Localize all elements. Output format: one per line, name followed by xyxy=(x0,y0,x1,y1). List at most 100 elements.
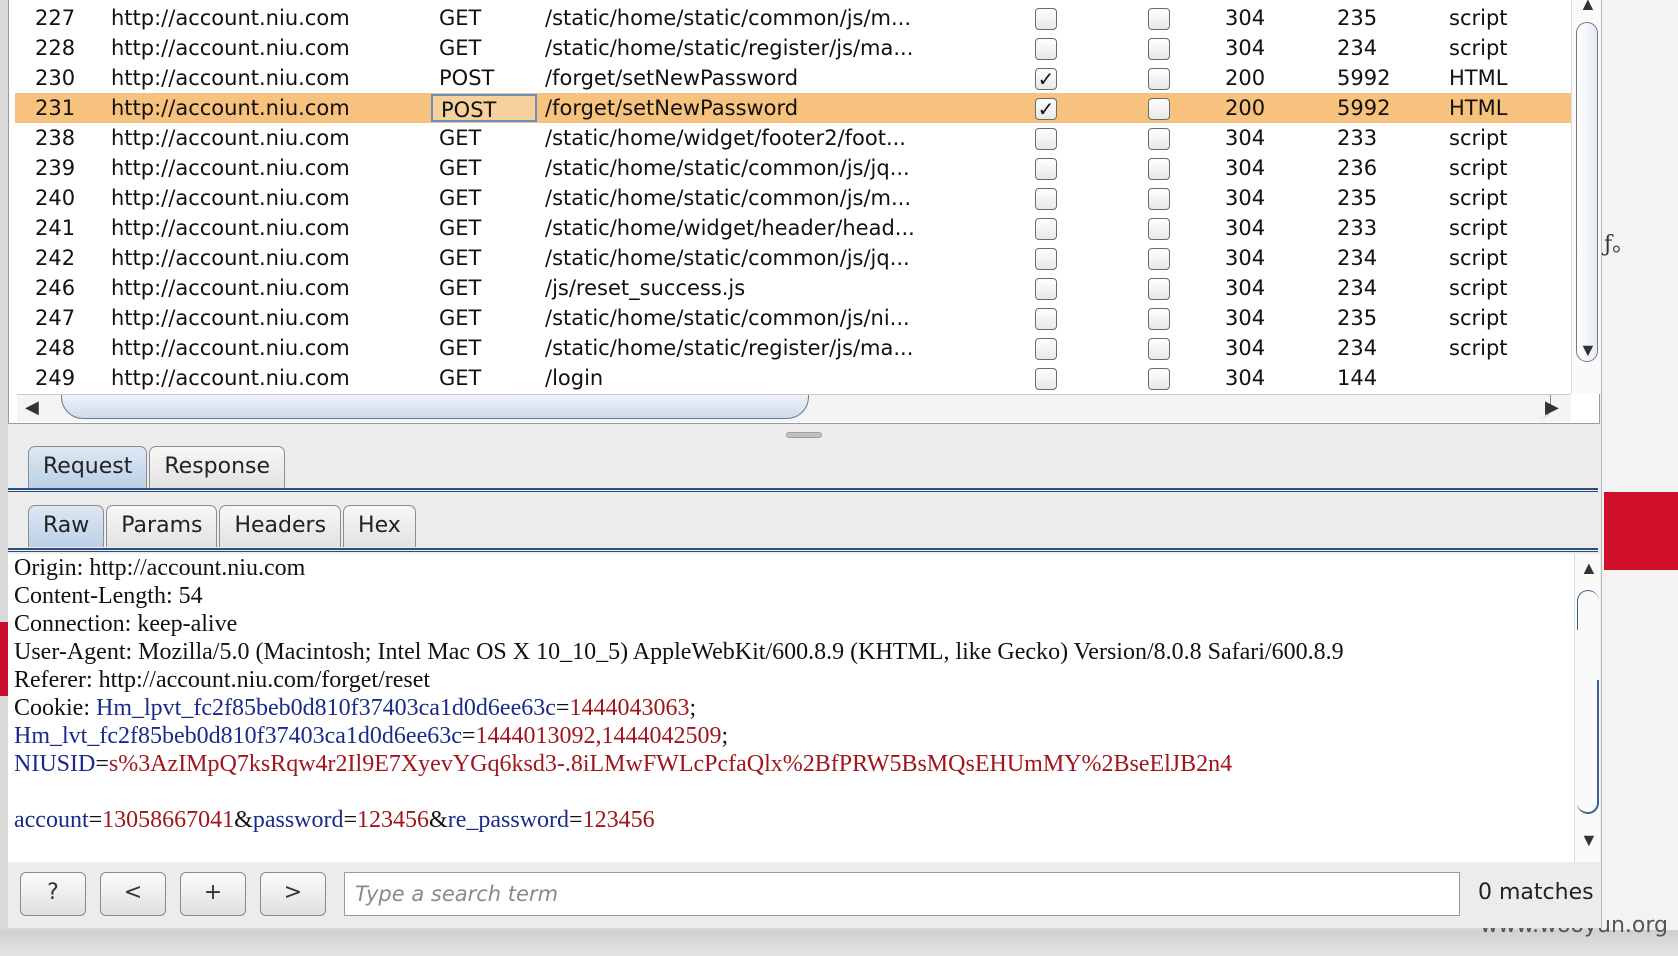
row-mime-type: script xyxy=(1449,216,1508,240)
tab-hex[interactable]: Hex xyxy=(343,505,416,547)
row-mime-type: HTML xyxy=(1449,96,1508,120)
table-row[interactable]: 228 http://account.niu.com GET/static/home… xyxy=(15,33,1573,63)
table-row[interactable]: 247 http://account.niu.com GET/static/home… xyxy=(15,303,1573,333)
table-row[interactable]: 246 http://account.niu.com GET/js/reset_su… xyxy=(15,273,1573,303)
row-edited-checkbox[interactable] xyxy=(1035,157,1057,180)
scroll-up-arrow-icon[interactable]: ▲ xyxy=(1580,558,1598,579)
row-edited-checkbox[interactable] xyxy=(1035,187,1057,210)
row-edited-checkbox[interactable] xyxy=(1035,127,1057,150)
cookie-name: Hm_lvt_fc2f85beb0d810f37403ca1d0d6ee63c xyxy=(14,723,462,749)
row-comment-checkbox[interactable] xyxy=(1148,247,1170,270)
row-edited-checkbox[interactable] xyxy=(1035,337,1057,360)
tab-params[interactable]: Params xyxy=(106,505,218,547)
scroll-down-arrow-icon[interactable]: ▼ xyxy=(1579,340,1597,361)
param-name: re_password xyxy=(447,807,570,833)
row-host: http://account.niu.com xyxy=(111,96,350,120)
search-input[interactable] xyxy=(344,872,1460,916)
table-row[interactable]: 230 http://account.niu.com POST/forget/set… xyxy=(15,63,1573,93)
table-horizontal-scrollbar[interactable]: ◀ ▶ xyxy=(17,394,1571,422)
row-edited-checkbox[interactable] xyxy=(1035,307,1057,330)
tab-headers[interactable]: Headers xyxy=(219,505,342,547)
table-row[interactable]: 231 http://account.niu.com POST/forget/set… xyxy=(15,93,1573,123)
row-url: /js/reset_success.js xyxy=(545,276,746,300)
scroll-up-arrow-icon[interactable]: ▲ xyxy=(1579,0,1597,15)
row-host: http://account.niu.com xyxy=(111,276,350,300)
row-url: /static/home/widget/header/head... xyxy=(545,216,915,240)
row-mime-type: script xyxy=(1449,336,1508,360)
table-horizontal-scroll-thumb[interactable] xyxy=(61,395,809,419)
previous-button[interactable]: < xyxy=(100,872,166,916)
row-url: /forget/setNewPassword xyxy=(545,96,799,120)
row-url: /static/home/widget/footer2/foot... xyxy=(545,126,906,150)
table-row[interactable]: 249 http://account.niu.com GET/login 304 144 xyxy=(15,363,1573,393)
row-comment-checkbox[interactable] xyxy=(1148,337,1170,360)
raw-request-editor[interactable]: Origin: http://account.niu.com Content-L… xyxy=(8,554,1574,862)
next-button[interactable]: > xyxy=(260,872,326,916)
row-host: http://account.niu.com xyxy=(111,306,350,330)
row-edited-checkbox[interactable] xyxy=(1035,367,1057,390)
row-comment-checkbox[interactable] xyxy=(1148,307,1170,330)
table-row[interactable]: 227 http://account.niu.com GET/static/home… xyxy=(15,3,1573,33)
row-edited-checkbox[interactable]: ✓ xyxy=(1035,97,1057,120)
table-row[interactable]: 238 http://account.niu.com GET/static/home… xyxy=(15,123,1573,153)
row-comment-checkbox[interactable] xyxy=(1148,127,1170,150)
editor-scroll-thumb[interactable] xyxy=(1577,590,1599,820)
background-left-edge xyxy=(0,622,8,696)
pane-splitter-handle[interactable] xyxy=(786,432,822,438)
add-button[interactable]: + xyxy=(180,872,246,916)
cookie-label: Cookie: xyxy=(14,695,96,721)
row-comment-checkbox[interactable] xyxy=(1148,217,1170,240)
scroll-right-arrow-icon[interactable]: ▶ xyxy=(1545,397,1559,418)
row-number: 239 xyxy=(35,156,76,180)
table-row[interactable]: 248 http://account.niu.com GET/static/home… xyxy=(15,333,1573,363)
tab-raw[interactable]: Raw xyxy=(28,505,105,547)
header-cookie-cont: NIUSID=s%3AzIMpQ7ksRqw4r2Il9E7XyevYGq6ks… xyxy=(14,751,1233,777)
row-length: 233 xyxy=(1337,126,1378,150)
row-host: http://account.niu.com xyxy=(111,246,350,270)
table-row[interactable]: 239 http://account.niu.com GET/static/home… xyxy=(15,153,1573,183)
row-comment-checkbox[interactable] xyxy=(1148,37,1170,60)
background-red-block xyxy=(1604,492,1678,570)
scroll-left-arrow-icon[interactable]: ◀ xyxy=(25,397,39,418)
row-comment-checkbox[interactable] xyxy=(1148,367,1170,390)
row-length: 234 xyxy=(1337,336,1378,360)
row-comment-checkbox[interactable] xyxy=(1148,277,1170,300)
row-mime-type: script xyxy=(1449,156,1508,180)
row-edited-checkbox[interactable] xyxy=(1035,7,1057,30)
row-length: 5992 xyxy=(1337,96,1391,120)
row-comment-checkbox[interactable] xyxy=(1148,67,1170,90)
row-edited-checkbox[interactable] xyxy=(1035,217,1057,240)
row-host: http://account.niu.com xyxy=(111,336,350,360)
row-status: 304 xyxy=(1225,276,1266,300)
row-number: 240 xyxy=(35,186,76,210)
table-row[interactable]: 242 http://account.niu.com GET/static/home… xyxy=(15,243,1573,273)
row-comment-checkbox[interactable] xyxy=(1148,187,1170,210)
row-mime-type: HTML xyxy=(1449,66,1508,90)
row-comment-checkbox[interactable] xyxy=(1148,7,1170,30)
table-row[interactable]: 240 http://account.niu.com GET/static/home… xyxy=(15,183,1573,213)
tab-response[interactable]: Response xyxy=(149,446,286,488)
row-edited-checkbox[interactable] xyxy=(1035,247,1057,270)
row-edited-checkbox[interactable] xyxy=(1035,37,1057,60)
view-tabs: Raw Params Headers Hex xyxy=(28,505,416,547)
row-comment-checkbox[interactable] xyxy=(1148,157,1170,180)
row-status: 304 xyxy=(1225,246,1266,270)
row-edited-checkbox[interactable] xyxy=(1035,277,1057,300)
row-edited-checkbox[interactable]: ✓ xyxy=(1035,67,1057,90)
editor-vertical-scrollbar[interactable]: ▲ ▼ xyxy=(1574,554,1600,862)
help-button[interactable]: ? xyxy=(20,872,86,916)
background-bottom xyxy=(0,930,1678,956)
table-row[interactable]: 241 http://account.niu.com GET/static/home… xyxy=(15,213,1573,243)
row-comment-checkbox[interactable] xyxy=(1148,97,1170,120)
background-text: ƒ。 xyxy=(1604,232,1635,257)
row-length: 234 xyxy=(1337,36,1378,60)
tab-request[interactable]: Request xyxy=(28,446,148,488)
row-status: 200 xyxy=(1225,96,1266,120)
row-status: 304 xyxy=(1225,36,1266,60)
header-cookie-cont: Hm_lvt_fc2f85beb0d810f37403ca1d0d6ee63c=… xyxy=(14,723,729,749)
table-vertical-scrollbar[interactable]: ▲ ▼ xyxy=(1571,0,1601,394)
scroll-down-arrow-icon[interactable]: ▼ xyxy=(1580,830,1598,851)
table-vertical-scroll-thumb[interactable] xyxy=(1576,22,1598,362)
header-connection: Connection: keep-alive xyxy=(14,611,238,637)
row-host: http://account.niu.com xyxy=(111,216,350,240)
